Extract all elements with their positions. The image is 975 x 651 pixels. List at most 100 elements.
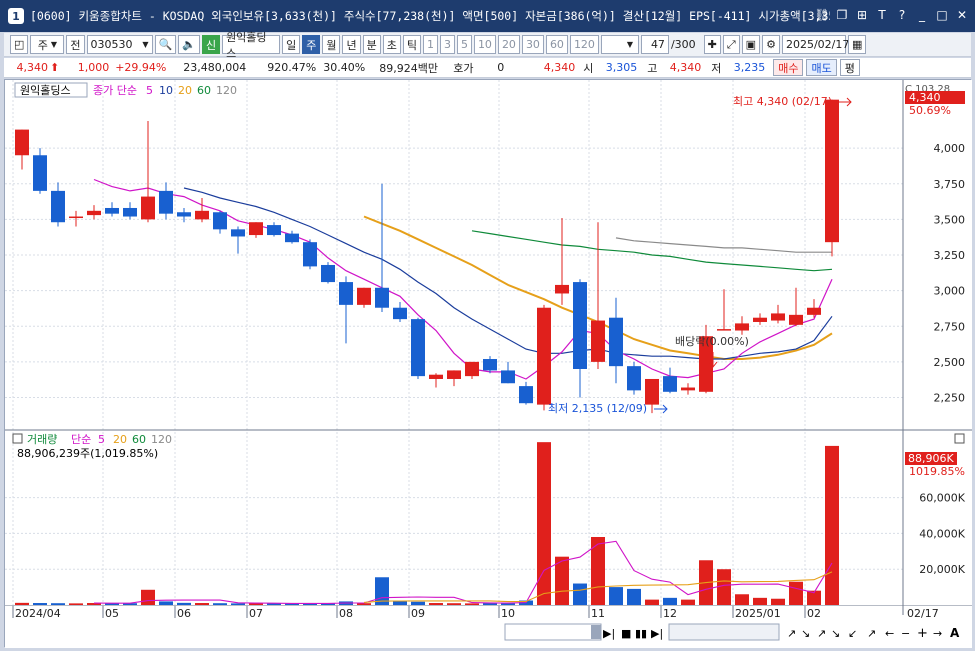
volume-bar (231, 603, 245, 605)
candle-body (609, 317, 623, 367)
interval-3[interactable]: 3 (439, 35, 455, 54)
candle-body (195, 210, 209, 220)
tile-icon[interactable]: ⊞ (855, 8, 869, 22)
stock-name: 원익홀딩스 (222, 31, 281, 60)
open-price: 3,305 (605, 61, 638, 74)
maximize-icon[interactable]: □ (935, 8, 949, 22)
restore-icon[interactable]: ❐ (835, 8, 849, 22)
hoga-label: 호가 (453, 61, 474, 75)
chart-area[interactable]: 2,250 2,500 2,750 3,000 3,250 3,500 3,750 4,000… (4, 79, 972, 648)
flat-button[interactable]: 평 (839, 59, 860, 76)
tab-week[interactable]: 주 (302, 35, 321, 54)
scroll-end-icon[interactable]: ▶| (651, 627, 663, 640)
interval-60[interactable]: 60 (545, 35, 568, 54)
volume-bar (177, 602, 191, 605)
tab-year[interactable]: 년 (342, 35, 361, 54)
crosshair-icon[interactable]: ✚ (703, 35, 721, 54)
sell-button[interactable]: 매도 (806, 59, 837, 76)
scroll-right-icon[interactable]: → (933, 627, 942, 640)
volume-bar (771, 598, 785, 605)
price-change-pct: +29.94% (115, 61, 167, 74)
scroll-pause-icon[interactable]: ▮▮ (635, 627, 647, 640)
prev-button[interactable]: 전 (66, 35, 85, 54)
scroll-start-icon[interactable]: ▶| (603, 627, 615, 640)
minimize-icon[interactable]: _ (915, 8, 929, 22)
time-tick-label: 2025/01 (735, 607, 781, 620)
volume-legend-box[interactable] (12, 433, 23, 444)
count-input[interactable]: 47 (640, 35, 669, 54)
volume-bar (627, 588, 641, 605)
candle-body (411, 319, 425, 377)
candle-body (267, 225, 281, 236)
candle-body (375, 287, 389, 308)
candle-body (285, 233, 299, 243)
price-tick-label: 3,000 (934, 285, 966, 298)
scroll-left-icon[interactable]: ← (885, 627, 894, 640)
tab-month[interactable]: 월 (322, 35, 341, 54)
scroll-stop-icon[interactable]: ■ (621, 627, 631, 640)
tab-tick[interactable]: 틱 (402, 35, 421, 54)
window-controls: ⛓ ❐ ⊞ T ? _ □ ✕ (814, 8, 969, 22)
chart-svg[interactable]: 2,250 2,500 2,750 3,000 3,250 3,500 3,750 4,000… (5, 80, 972, 648)
sound-icon[interactable]: 🔈 (178, 35, 200, 54)
title-bar: 1 [0600] 키움종합차트 - KOSDAQ 외국인보유[3,633(천)]… (0, 0, 975, 32)
auto-icon[interactable]: A (950, 626, 960, 640)
layout-icon[interactable]: ◰ (10, 35, 29, 54)
link-icon[interactable]: ⛓ (814, 8, 829, 22)
time-tick-label: 2024/04 (15, 607, 61, 620)
candle-body (771, 313, 785, 321)
stock-code-value: 030530 (90, 38, 133, 51)
zoom-fit-icon[interactable]: ↗ (817, 627, 826, 640)
candle-body (573, 282, 587, 369)
date-input[interactable]: 2025/02/17 (781, 35, 849, 54)
volume-value: 23,480,004 (183, 61, 247, 74)
window-title: [0600] 키움종합차트 - KOSDAQ 외국인보유[3,633(천)] 주… (30, 9, 830, 23)
close-icon[interactable]: ✕ (955, 8, 969, 22)
expand-icon[interactable]: ↗ (867, 627, 876, 640)
candle-body (663, 376, 677, 392)
trend-icon[interactable]: ⤢ (722, 35, 740, 54)
save-icon[interactable]: ▣ (741, 35, 761, 54)
zoom-slider[interactable] (668, 623, 780, 641)
window-number-badge: 1 (8, 8, 24, 24)
tab-second[interactable]: 초 (382, 35, 401, 54)
calendar-icon[interactable]: ▦ (847, 35, 867, 54)
candle-body (393, 307, 407, 320)
volume-bar (447, 603, 461, 605)
volume-bar (33, 603, 47, 605)
interval-select[interactable]: ▼ (600, 35, 639, 54)
interval-20[interactable]: 20 (497, 35, 520, 54)
turnover: 30.40% (323, 61, 366, 74)
interval-30[interactable]: 30 (521, 35, 544, 54)
plus-icon[interactable]: + (917, 626, 928, 641)
volume-bar (735, 594, 749, 605)
shrink-icon[interactable]: ↙ (848, 627, 857, 640)
interval-120[interactable]: 120 (569, 35, 599, 54)
tab-minute[interactable]: 분 (362, 35, 381, 54)
candle-body (645, 378, 659, 405)
panel-close-icon[interactable] (954, 433, 965, 444)
scroll-track[interactable] (504, 623, 602, 641)
stock-code-input[interactable]: 030530 ▼ (86, 35, 153, 54)
gear-icon[interactable]: ⚙ (762, 35, 780, 54)
minus-icon[interactable]: − (901, 627, 910, 640)
zoom-reset-icon[interactable]: ↘ (831, 627, 840, 640)
interval-10[interactable]: 10 (473, 35, 496, 54)
tab-day[interactable]: 일 (282, 35, 301, 54)
zoom-out-icon[interactable]: ↗ (787, 627, 796, 640)
buy-button[interactable]: 매수 (773, 59, 804, 76)
price-tick-label: 2,750 (934, 320, 966, 333)
help-icon[interactable]: ? (895, 8, 909, 22)
candle-body (87, 210, 101, 216)
volume-bar (537, 442, 551, 605)
search-icon[interactable]: 🔍 (154, 35, 177, 54)
interval-1[interactable]: 1 (422, 35, 438, 54)
font-icon[interactable]: T (875, 8, 889, 22)
interval-5[interactable]: 5 (456, 35, 472, 54)
time-axis-bg (5, 606, 972, 620)
time-tick-label: 05 (105, 607, 119, 620)
zoom-in-icon[interactable]: ↘ (801, 627, 810, 640)
scroll-bar: ▶| ■ ▮▮ ▶| ↗ ↘ ↗ ↘ ↙ ↗ ← − + → A (504, 623, 960, 641)
period-select[interactable]: 주 ▼ (30, 35, 65, 54)
scroll-thumb[interactable] (591, 625, 601, 639)
